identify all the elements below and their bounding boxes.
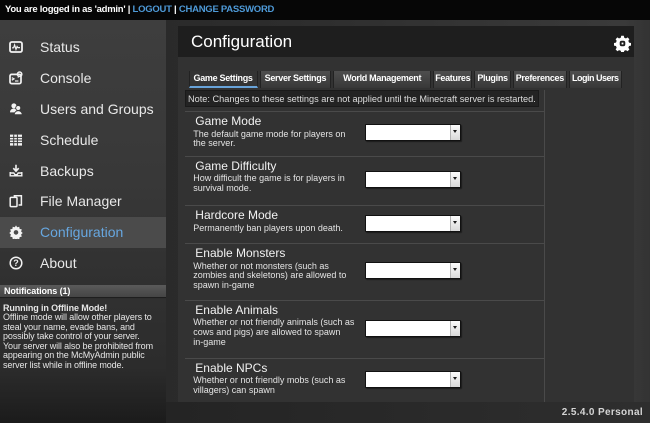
svg-text:?: ?: [13, 258, 19, 268]
